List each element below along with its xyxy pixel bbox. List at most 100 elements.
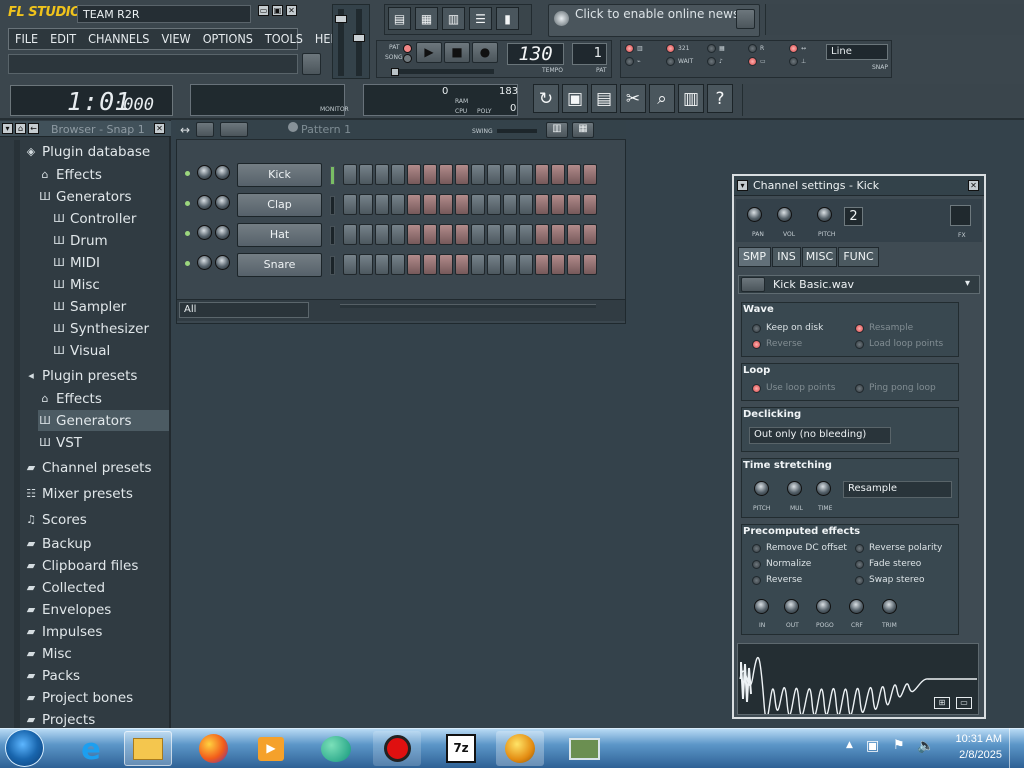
step-button[interactable] — [375, 194, 389, 215]
reverse-polarity-radio[interactable] — [855, 544, 864, 553]
wait-option[interactable]: WAIT — [666, 57, 707, 66]
step-button[interactable] — [567, 224, 581, 245]
browser-back-button[interactable]: ← — [28, 123, 39, 134]
song-position-handle[interactable] — [391, 68, 399, 76]
network-computer-icon[interactable] — [560, 731, 608, 766]
file-explorer-icon[interactable] — [124, 731, 172, 766]
browser-item[interactable]: ▰ Misc — [24, 643, 169, 664]
step-button[interactable] — [487, 164, 501, 185]
step-button[interactable] — [519, 224, 533, 245]
step-button[interactable] — [567, 164, 581, 185]
channel-led[interactable] — [185, 231, 190, 236]
step-button[interactable] — [551, 194, 565, 215]
step-button[interactable] — [455, 224, 469, 245]
channel-button[interactable]: Hat — [237, 223, 322, 247]
pattern-title[interactable]: Pattern 1 — [301, 123, 351, 136]
step-button[interactable] — [407, 224, 421, 245]
playlist-icon[interactable]: ▤ — [388, 7, 411, 30]
save-icon[interactable]: ▣ — [562, 84, 588, 113]
browser-item[interactable]: ◈ Plugin database — [24, 141, 169, 162]
browser-item[interactable]: Ш Visual — [52, 340, 169, 361]
piano-roll-icon[interactable]: ▥ — [442, 7, 465, 30]
browser-home-button[interactable]: ⌂ — [15, 123, 26, 134]
step-button[interactable] — [471, 194, 485, 215]
multilink-option[interactable]: ⊥ — [789, 57, 830, 66]
menu-options[interactable]: OPTIONS — [197, 29, 259, 49]
close-button[interactable]: ✕ — [286, 5, 297, 16]
channel-led[interactable] — [185, 171, 190, 176]
internet-explorer-icon[interactable]: e — [67, 731, 115, 766]
trim-knob[interactable] — [882, 599, 897, 614]
browser-menu-button[interactable]: ▾ — [2, 123, 13, 134]
channel-volume-knob[interactable] — [215, 225, 230, 240]
crf-knob[interactable] — [849, 599, 864, 614]
step-button[interactable] — [519, 164, 533, 185]
step-button[interactable] — [535, 194, 549, 215]
typing-keyboard-option[interactable]: ⌁ — [625, 57, 666, 66]
step-button[interactable] — [407, 254, 421, 275]
pattern-resize-icon[interactable]: ↔ — [180, 123, 190, 137]
channel-volume-knob[interactable] — [215, 195, 230, 210]
fl-studio-task-icon[interactable] — [496, 731, 544, 766]
zoom-icon[interactable]: ⌕ — [649, 84, 675, 113]
step-button[interactable] — [471, 224, 485, 245]
blend-option[interactable]: ♪ — [707, 57, 748, 66]
volume-muted-icon[interactable]: 🔈 — [917, 738, 934, 754]
step-button[interactable] — [359, 164, 373, 185]
step-button[interactable] — [487, 194, 501, 215]
browser-item[interactable]: ▰ Clipboard files — [24, 555, 169, 576]
browser-item[interactable]: ⌂ Effects — [38, 164, 169, 185]
channel-number-display[interactable]: 2 — [844, 207, 863, 226]
tab-func[interactable]: FUNC — [838, 247, 879, 267]
browser-item[interactable]: ▰ Envelopes — [24, 599, 169, 620]
news-download-button[interactable] — [736, 9, 755, 29]
channel-volume-knob[interactable] — [215, 255, 230, 270]
step-button[interactable] — [567, 194, 581, 215]
step-sequencer-icon[interactable]: ▦ — [415, 7, 438, 30]
stretch-time-knob[interactable] — [816, 481, 831, 496]
load-loop-points-radio[interactable] — [855, 340, 864, 349]
in-knob[interactable] — [754, 599, 769, 614]
waveform-zoom-icon[interactable]: ⊞ — [934, 697, 950, 709]
browser-item[interactable]: ▰ Project bones — [24, 687, 169, 708]
step-button[interactable] — [359, 194, 373, 215]
precomputed-reverse-radio[interactable] — [752, 576, 761, 585]
show-desktop-button[interactable] — [1009, 728, 1024, 768]
browser-close-button[interactable]: ✕ — [154, 123, 165, 134]
project-title-field[interactable]: TEAM R2R — [77, 5, 251, 23]
song-position-bar[interactable] — [391, 69, 494, 74]
step-button[interactable] — [567, 254, 581, 275]
channel-button[interactable]: Kick — [237, 163, 322, 187]
browser-item[interactable]: ▰ Impulses — [24, 621, 169, 642]
browser-item[interactable]: ▰ Backup — [24, 533, 169, 554]
taskbar-clock[interactable]: 10:31 AM 2/8/2025 — [946, 731, 1002, 763]
chat-app-icon[interactable] — [312, 731, 360, 766]
record-option[interactable]: R — [748, 44, 789, 53]
step-button[interactable] — [455, 164, 469, 185]
mixer-icon[interactable]: ▮ — [496, 7, 519, 30]
keyboard-editor-button[interactable]: ▦ — [572, 122, 594, 138]
loop-record-option[interactable]: ↔ — [789, 44, 830, 53]
remove-dc-offset-radio[interactable] — [752, 544, 761, 553]
use-loop-points-radio[interactable] — [752, 384, 761, 393]
step-button[interactable] — [503, 164, 517, 185]
browser-icon[interactable]: ☰ — [469, 7, 492, 30]
tab-ins[interactable]: INS — [772, 247, 801, 267]
pattern-options-button[interactable] — [220, 122, 248, 137]
step-button[interactable] — [519, 254, 533, 275]
hint-pin-button[interactable] — [302, 53, 321, 75]
channel-pan-knob[interactable] — [197, 255, 212, 270]
ping-pong-loop-radio[interactable] — [855, 384, 864, 393]
step-button[interactable] — [535, 164, 549, 185]
menu-tools[interactable]: TOOLS — [259, 29, 309, 49]
reverse-radio[interactable] — [752, 340, 761, 349]
recorder-icon[interactable] — [373, 731, 421, 766]
restore-button[interactable]: ▣ — [272, 5, 283, 16]
menu-edit[interactable]: EDIT — [44, 29, 82, 49]
pan-knob[interactable] — [747, 207, 762, 222]
pattern-number-display[interactable]: 1 — [572, 43, 607, 65]
step-button[interactable] — [423, 254, 437, 275]
step-button[interactable] — [439, 164, 453, 185]
stretch-pitch-knob[interactable] — [754, 481, 769, 496]
fx-route-display[interactable] — [950, 205, 971, 226]
